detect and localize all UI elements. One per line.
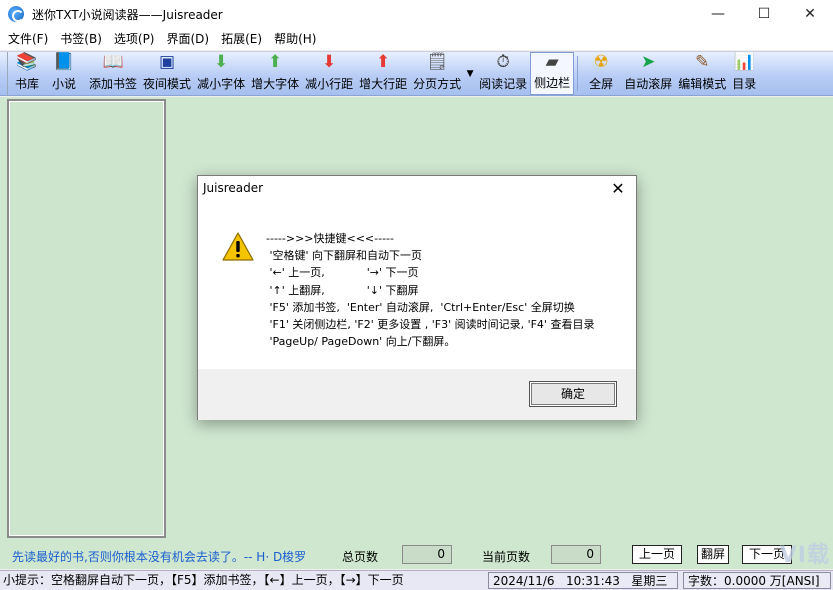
arrow-up-green-icon: ⬆: [267, 51, 283, 72]
fullscreen-button[interactable]: ☢ 全屏: [581, 52, 621, 95]
menu-file[interactable]: 文件(F): [2, 28, 54, 50]
library-label: 书库: [15, 77, 40, 91]
night-mode-button[interactable]: ▣ 夜间模式: [140, 52, 194, 95]
decrease-font-label: 减小字体: [197, 77, 246, 91]
increase-line-spacing-button[interactable]: ⬆ 增大行距: [356, 52, 410, 95]
close-icon[interactable]: ✕: [787, 0, 833, 28]
current-page-label: 当前页数: [482, 550, 531, 564]
dialog-footer: 确定: [198, 369, 636, 420]
window-title: 迷你TXT小说阅读器——Juisreader: [32, 7, 223, 22]
increase-font-label: 增大字体: [251, 77, 300, 91]
fullscreen-icon: ☢: [593, 51, 609, 72]
sidebar-toggle-label: 侧边栏: [534, 76, 571, 90]
paging-icon: 🗒: [426, 51, 448, 72]
dialog-message: ----->>>快捷键<<<----- '空格键' 向下翻屏和自动下一页 '←'…: [266, 232, 595, 349]
paging-mode-button[interactable]: 🗒 分页方式: [410, 52, 464, 95]
dialog-title-bar: Juisreader ✕: [198, 176, 636, 200]
novel-button[interactable]: 📘 小说: [42, 52, 86, 95]
clock-icon: ⏱: [496, 51, 510, 72]
paging-mode-label: 分页方式: [413, 77, 462, 91]
sidebar-icon: ▰: [545, 51, 559, 72]
auto-scroll-label: 自动滚屏: [624, 77, 673, 91]
menu-options[interactable]: 选项(P): [108, 28, 161, 50]
arrow-down-green-icon: ⬇: [213, 51, 229, 72]
status-wordcount: 字数：0.0000 万[ANSI]: [683, 572, 831, 589]
paging-dropdown-chevron-down-icon[interactable]: ▼: [464, 52, 476, 95]
status-date: 2024/11/6: [493, 574, 555, 588]
catalog-button[interactable]: 📊 目录: [729, 52, 759, 95]
warning-icon: [222, 232, 254, 261]
add-bookmark-label: 添加书签: [89, 77, 138, 91]
increase-font-button[interactable]: ⬆ 增大字体: [248, 52, 302, 95]
prev-page-button[interactable]: 上一页: [632, 545, 682, 564]
night-mode-icon: ▣: [159, 51, 176, 72]
arrow-down-red-icon: ⬇: [321, 51, 337, 72]
menu-bookmark[interactable]: 书签(B): [54, 28, 108, 50]
menu-extend[interactable]: 拓展(E): [215, 28, 268, 50]
library-button[interactable]: 📚 书库: [12, 52, 42, 95]
window-controls: — ☐ ✕: [695, 0, 833, 28]
status-tip: 小提示：空格翻屏自动下一页，【F5】添加书签，【←】上一页，【→】下一页: [3, 573, 404, 587]
decrease-line-spacing-button[interactable]: ⬇ 减小行距: [302, 52, 356, 95]
bookmark-icon: 📖: [102, 51, 124, 72]
increase-line-spacing-label: 增大行距: [359, 77, 408, 91]
reading-log-button[interactable]: ⏱ 阅读记录: [476, 52, 530, 95]
page-nav-bar: 先读最好的书,否则你根本没有机会去读了。-- H· D梭罗 总页数 0 当前页数…: [0, 543, 833, 569]
title-bar: 迷你TXT小说阅读器——Juisreader — ☐ ✕: [0, 0, 833, 28]
status-datetime: 2024/11/6 10:31:43 星期三: [488, 572, 678, 589]
night-mode-label: 夜间模式: [143, 77, 192, 91]
edit-mode-label: 编辑模式: [678, 77, 727, 91]
dialog-close-icon[interactable]: ✕: [608, 178, 628, 198]
sidebar-toggle-button[interactable]: ▰ 侧边栏: [530, 51, 575, 95]
bookshelf-icon: 📚: [16, 51, 38, 72]
total-pages-value: 0: [402, 545, 452, 564]
book-icon: 📘: [53, 51, 75, 72]
toolbar: 📚 书库 📘 小说 📖 添加书签 ▣ 夜间模式 ⬇ 减小字体 ⬆ 增大字体 ⬇ 减小行距 ⬆ 增…: [0, 51, 833, 96]
fullscreen-label: 全屏: [589, 77, 614, 91]
minimize-icon[interactable]: —: [695, 0, 741, 28]
menu-interface[interactable]: 界面(D): [161, 28, 216, 50]
shortcut-dialog: Juisreader ✕ ----->>>快捷键<<<----- '空格键' 向…: [197, 175, 637, 420]
chart-icon: 📊: [733, 51, 755, 72]
catalog-label: 目录: [732, 77, 757, 91]
auto-scroll-button[interactable]: ➤ 自动滚屏: [621, 52, 675, 95]
quote-text: 先读最好的书,否则你根本没有机会去读了。-- H· D梭罗: [12, 550, 307, 564]
total-pages-label: 总页数: [342, 550, 379, 564]
toolbar-grip[interactable]: [0, 52, 8, 95]
status-time: 10:31:43: [565, 574, 620, 588]
status-bar: 小提示：空格翻屏自动下一页，【F5】添加书签，【←】上一页，【→】下一页 202…: [0, 570, 833, 590]
add-bookmark-button[interactable]: 📖 添加书签: [86, 52, 140, 95]
arrow-up-red-icon: ⬆: [375, 51, 391, 72]
decrease-font-button[interactable]: ⬇ 减小字体: [194, 52, 248, 95]
ok-button[interactable]: 确定: [529, 381, 617, 407]
dialog-title: Juisreader: [203, 181, 264, 195]
reading-log-label: 阅读记录: [479, 77, 528, 91]
watermark-logo: VI载: [779, 543, 830, 568]
menu-bar: 文件(F) 书签(B) 选项(P) 界面(D) 拓展(E) 帮助(H): [0, 28, 833, 50]
status-weekday: 星期三: [631, 574, 668, 588]
toolbar-separator: [577, 56, 579, 91]
maximize-icon[interactable]: ☐: [741, 0, 787, 28]
cursor-icon: ➤: [641, 51, 656, 72]
decrease-line-spacing-label: 减小行距: [305, 77, 354, 91]
pen-icon: ✎: [695, 51, 710, 72]
novel-label: 小说: [52, 77, 77, 91]
app-icon: [8, 6, 24, 22]
menu-help[interactable]: 帮助(H): [268, 28, 322, 50]
flip-screen-button[interactable]: 翻屏: [697, 545, 729, 564]
sidebar-panel[interactable]: [7, 99, 166, 538]
current-page-value: 0: [551, 545, 601, 564]
edit-mode-button[interactable]: ✎ 编辑模式: [675, 52, 729, 95]
